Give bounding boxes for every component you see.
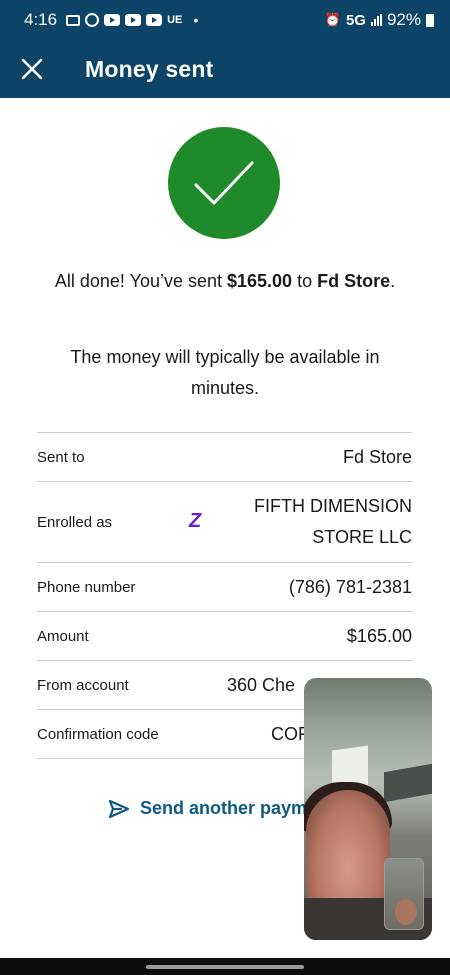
close-button[interactable]: [2, 40, 62, 98]
success-badge: [168, 127, 280, 239]
from-account-value: 360 Che: [226, 674, 295, 695]
detail-row-phone: Phone number (786) 781-2381: [37, 563, 412, 612]
status-bar: 4:16 UE • ⏰ 5G 92%: [0, 0, 450, 40]
send-another-payment-button[interactable]: Send another paym: [108, 798, 307, 819]
enrolled-as-value: FIFTH DIMENSION STORE LLC: [254, 496, 412, 547]
ue-label: UE: [167, 14, 183, 26]
video-call-icon: [66, 14, 81, 26]
send-icon: [108, 799, 130, 818]
availability-message: The money will typically be available in…: [70, 347, 380, 398]
app-header: Money sent: [0, 40, 450, 98]
ceiling-panel: [384, 763, 432, 803]
detail-row-enrolled-as: Enrolled as Z FIFTH DIMENSION STORE LLC: [37, 482, 412, 563]
notification-dot-icon: •: [193, 12, 199, 28]
youtube-icon: [125, 14, 142, 26]
phone-value: (786) 781-2381: [288, 576, 412, 597]
detail-row-amount: Amount $165.00: [37, 612, 412, 661]
phone-label: Phone number: [37, 578, 136, 596]
youtube-icon: [104, 14, 121, 26]
enrolled-as-label: Enrolled as: [37, 513, 113, 531]
recipient-name: Fd Store: [317, 271, 391, 291]
self-view-thumbnail[interactable]: [384, 858, 424, 930]
network-type: 5G: [345, 11, 366, 29]
signal-icon: [370, 14, 382, 26]
sent-amount: $165.00: [227, 271, 293, 291]
confirmation-message: All done! You’ve sent $165.00 to Fd Stor…: [54, 271, 396, 291]
battery-percent: 92%: [386, 10, 421, 29]
battery-icon: [426, 13, 434, 27]
checkmark-icon: [194, 161, 254, 205]
send-another-label: Send another paym: [140, 798, 308, 818]
video-call-overlay[interactable]: [304, 678, 432, 940]
status-time: 4:16: [24, 10, 58, 29]
self-view-face: [395, 899, 417, 925]
alarm-icon: ⏰: [324, 12, 341, 27]
from-account-label: From account: [37, 676, 129, 694]
whatsapp-icon: [85, 13, 100, 27]
page-title: Money sent: [85, 55, 214, 82]
youtube-icon: [146, 14, 163, 26]
detail-row-sent-to: Sent to Fd Store: [37, 433, 412, 482]
sent-to-label: Sent to: [37, 448, 85, 466]
home-gesture-handle[interactable]: [146, 965, 304, 969]
amount-value: $165.00: [346, 625, 412, 646]
amount-label: Amount: [37, 627, 89, 645]
zelle-icon: Z: [189, 510, 202, 532]
close-icon: [21, 58, 43, 80]
sent-to-value: Fd Store: [342, 446, 412, 467]
confirmation-code-label: Confirmation code: [37, 725, 159, 743]
system-nav-bar: [0, 958, 450, 975]
